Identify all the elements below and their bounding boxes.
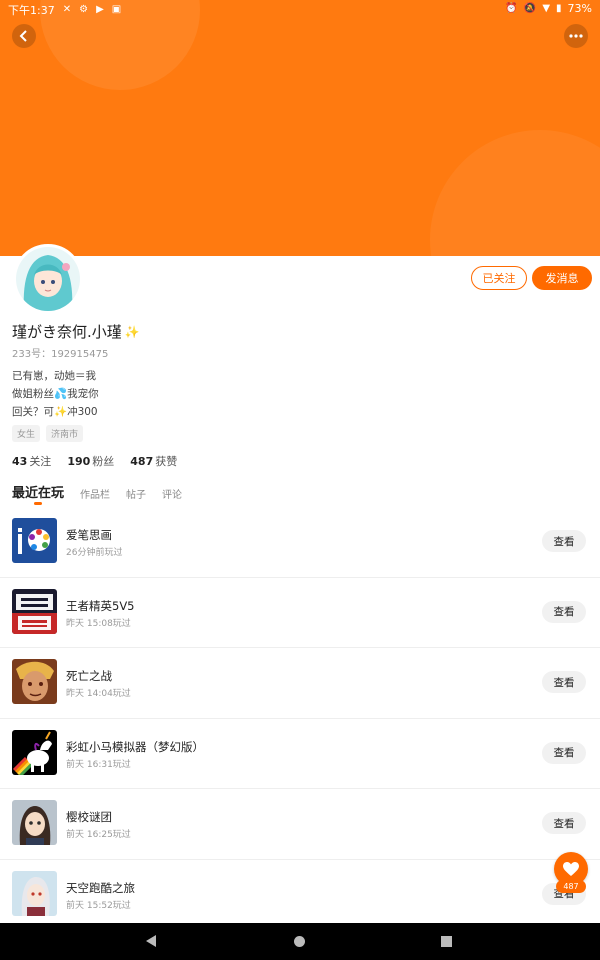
view-button[interactable]: 查看 — [542, 812, 586, 834]
view-button[interactable]: 查看 — [542, 600, 586, 623]
game-title: 彩虹小马模拟器（梦幻版） — [66, 739, 204, 754]
battery-level: 73% — [567, 2, 592, 15]
list-item[interactable]: 死亡之战 昨天 14:04玩过 查看 — [0, 648, 600, 719]
tab-recently-played[interactable]: 最近在玩 — [12, 482, 65, 505]
bio-line: 回关？可✨冲300 — [12, 406, 98, 418]
profile-name-text: 瑾がき奈何.小瑾 — [12, 323, 122, 341]
ibis-paint-icon — [12, 518, 57, 563]
game-title: 王者精英5V5 — [66, 598, 135, 613]
recent-games-list: 爱笔思画 26分钟前玩过 查看 王者精英5V5 昨天 15:08玩过 查看 死亡… — [0, 507, 600, 930]
hero-portrait-icon — [12, 659, 57, 704]
game-title: 樱校谜团 — [66, 810, 112, 824]
clipboard-icon: ▣ — [111, 4, 122, 15]
header-decoration — [430, 130, 600, 256]
tab-comments[interactable]: 评论 — [162, 486, 182, 501]
status-bar: 下午1:37 ✕ ⚙ ▶ ▣ ⏰ 🔕 ▼ ▮ 73% — [0, 0, 600, 18]
unicorn-icon — [12, 729, 57, 775]
game-last-played: 前天 16:31玩过 — [66, 759, 131, 770]
profile-page: 下午1:37 ✕ ⚙ ▶ ▣ ⏰ 🔕 ▼ ▮ 73% 已关注 发消息 瑾がき奈何… — [0, 0, 600, 960]
send-message-button[interactable]: 发消息 — [532, 266, 592, 290]
mute-icon: 🔕 — [523, 2, 537, 14]
more-button[interactable] — [564, 24, 588, 48]
game-last-played: 26分钟前玩过 — [66, 548, 123, 558]
sky-parkour-icon — [12, 870, 57, 916]
alarm-icon: ⏰ — [505, 2, 518, 14]
list-item[interactable]: 樱校谜团 前天 16:25玩过 查看 — [0, 789, 600, 860]
view-button[interactable]: 查看 — [542, 530, 586, 552]
tag-gender: 女生 — [12, 425, 41, 442]
anime-girl-icon — [12, 800, 57, 845]
nav-home-icon[interactable] — [294, 936, 305, 947]
back-button[interactable] — [12, 24, 36, 48]
tab-posts[interactable]: 帖子 — [126, 486, 146, 501]
stat-number: 43 — [12, 455, 28, 468]
play-icon: ▶ — [96, 4, 104, 15]
more-icon — [569, 34, 583, 38]
heart-icon — [563, 861, 579, 876]
avatar-image — [16, 247, 80, 311]
status-time: 下午1:37 — [8, 4, 55, 17]
tab-label: 最近在玩 — [12, 486, 65, 501]
user-id: 233号：192915475 — [12, 349, 109, 360]
bio-line: 已有崽，动她＝我 — [12, 370, 96, 382]
view-button[interactable]: 查看 — [542, 741, 586, 764]
list-item[interactable]: 王者精英5V5 昨天 15:08玩过 查看 — [0, 578, 600, 648]
stat-following[interactable]: 43 关注 — [12, 453, 51, 469]
stat-likes: 487 获赞 — [130, 453, 177, 469]
sparkle-emoji: ✨ — [124, 324, 140, 339]
bio: 已有崽，动她＝我 做姐粉丝💦我宠你 回关？可✨冲300 — [12, 367, 99, 421]
game-title: 天空跑酷之旅 — [66, 880, 135, 895]
game-last-played: 前天 16:25玩过 — [66, 830, 131, 840]
stat-label: 获赞 — [155, 455, 178, 468]
list-item[interactable]: 彩虹小马模拟器（梦幻版） 前天 16:31玩过 查看 — [0, 719, 600, 789]
stat-number: 487 — [130, 455, 154, 468]
like-count: 487 — [556, 880, 586, 893]
list-item[interactable]: 爱笔思画 26分钟前玩过 查看 — [0, 507, 600, 578]
list-item[interactable]: 天空跑酷之旅 前天 15:52玩过 查看 — [0, 860, 600, 930]
x-icon: ✕ — [62, 4, 72, 15]
battery-icon: ▮ — [556, 2, 562, 14]
profile-tags: 女生 济南市 — [12, 425, 84, 442]
bio-line: 做姐粉丝💦我宠你 — [12, 388, 99, 400]
followed-button[interactable]: 已关注 — [471, 266, 527, 290]
stat-label: 粉丝 — [92, 455, 115, 468]
game-last-played: 前天 15:52玩过 — [66, 900, 131, 911]
profile-tabs: 最近在玩 作品栏 帖子 评论 — [12, 482, 182, 505]
view-button[interactable]: 查看 — [542, 671, 586, 693]
profile-stats: 43 关注 190 粉丝 487 获赞 — [12, 453, 177, 469]
tab-active-indicator — [34, 502, 42, 505]
profile-header: 下午1:37 ✕ ⚙ ▶ ▣ ⏰ 🔕 ▼ ▮ 73% — [0, 0, 600, 256]
game-title: 爱笔思画 — [66, 528, 112, 542]
profile-name: 瑾がき奈何.小瑾 ✨ — [12, 321, 140, 342]
stat-number: 190 — [67, 455, 91, 468]
nav-back-icon[interactable] — [146, 935, 156, 947]
tab-works[interactable]: 作品栏 — [80, 486, 110, 501]
stat-label: 关注 — [29, 455, 52, 468]
game-title: 死亡之战 — [66, 669, 112, 683]
system-nav-bar — [0, 923, 600, 960]
chevron-left-icon — [19, 30, 27, 42]
game-last-played: 昨天 15:08玩过 — [66, 618, 131, 629]
game-last-played: 昨天 14:04玩过 — [66, 689, 131, 699]
avatar[interactable] — [13, 244, 83, 314]
nav-recents-icon[interactable] — [441, 936, 452, 947]
game-5v5-icon — [12, 588, 57, 634]
stat-followers[interactable]: 190 粉丝 — [67, 453, 114, 469]
tag-location: 济南市 — [46, 425, 84, 442]
settings-icon: ⚙ — [79, 4, 89, 15]
wifi-icon: ▼ — [542, 2, 551, 14]
